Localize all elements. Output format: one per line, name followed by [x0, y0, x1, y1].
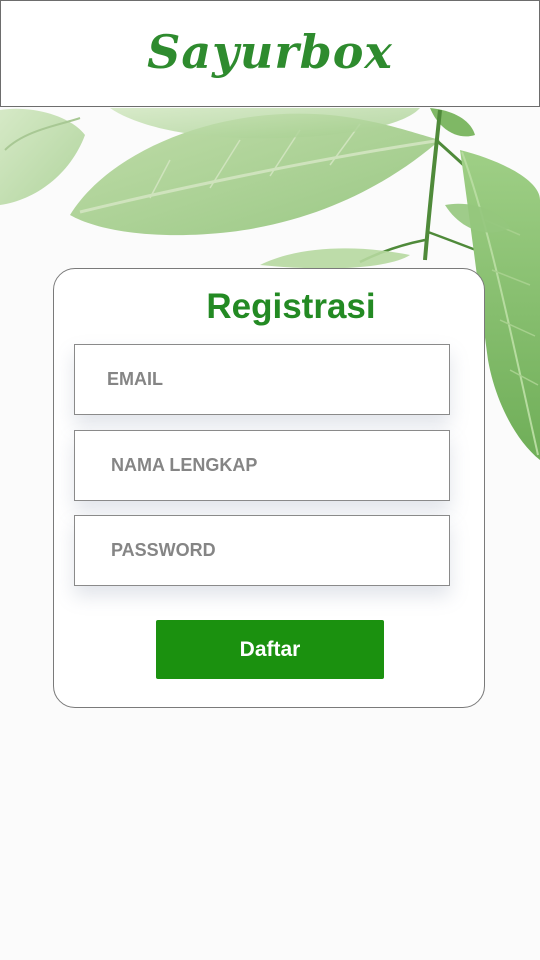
full-name-field: [74, 430, 450, 501]
full-name-input[interactable]: [75, 431, 449, 500]
register-button[interactable]: Daftar: [156, 620, 384, 679]
app-header: Sayurbox: [0, 0, 540, 107]
registration-card: Registrasi Daftar: [53, 268, 485, 708]
password-input[interactable]: [75, 516, 449, 585]
page-title: Registrasi: [206, 287, 376, 326]
email-input[interactable]: [75, 345, 449, 414]
sayurbox-logo: Sayurbox: [147, 24, 393, 79]
email-field: [74, 344, 450, 415]
password-field: [74, 515, 450, 586]
